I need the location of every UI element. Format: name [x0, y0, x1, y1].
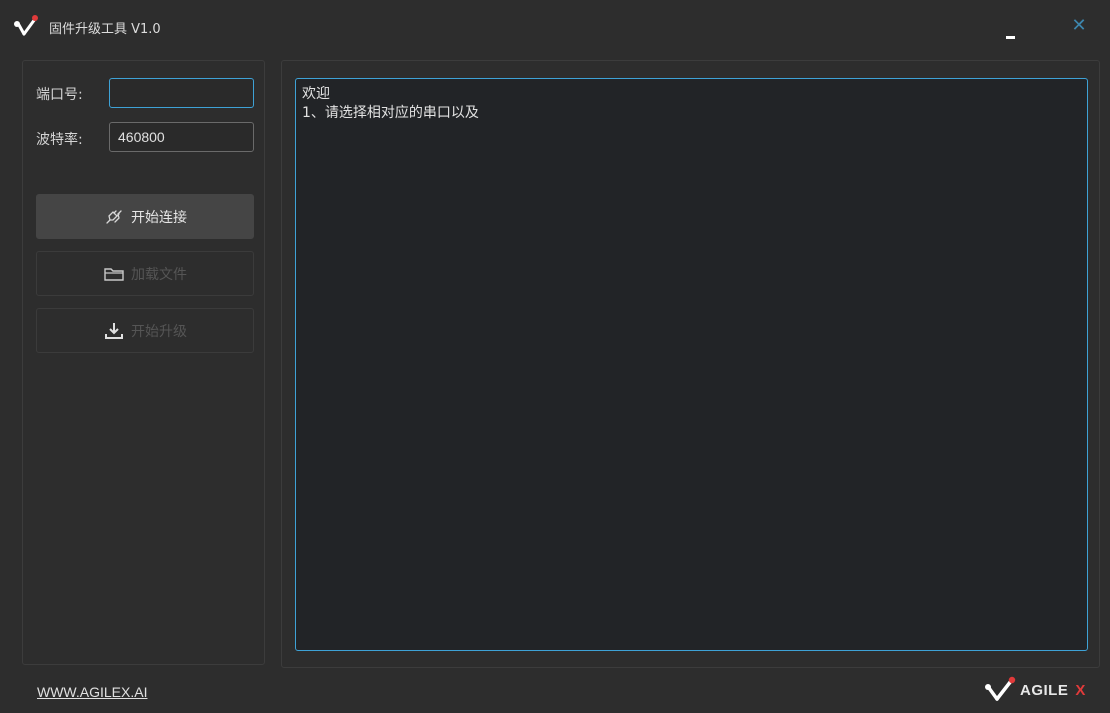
connect-button-label: 开始连接: [131, 209, 187, 226]
website-link[interactable]: WWW.AGILEX.AI: [37, 684, 147, 700]
minimize-icon: [1006, 36, 1015, 39]
baud-input[interactable]: [109, 122, 254, 152]
log-output[interactable]: 欢迎 1、请选择相对应的串口以及: [295, 78, 1088, 651]
app-logo-icon: [14, 15, 38, 36]
close-icon: ✕: [1071, 15, 1087, 36]
port-input[interactable]: [109, 78, 254, 108]
plug-icon: [106, 209, 122, 224]
load-file-button-label: 加载文件: [131, 266, 187, 283]
brand-x: X: [1075, 681, 1086, 699]
agilex-logo-icon: [985, 676, 1016, 701]
start-upgrade-button[interactable]: 开始升级: [36, 308, 254, 353]
brand-logo: AGILE X: [985, 672, 1086, 708]
load-file-button[interactable]: 加载文件: [36, 251, 254, 296]
title-bar: 固件升级工具 V1.0 ✕: [0, 0, 1110, 52]
minimize-button[interactable]: [1000, 14, 1026, 40]
log-line: 欢迎: [302, 86, 330, 102]
brand-name: AGILE: [1020, 681, 1069, 699]
baud-label: 波特率:: [36, 132, 83, 148]
log-panel: 欢迎 1、请选择相对应的串口以及: [281, 60, 1100, 668]
control-panel: 端口号: 波特率: 开始连接 加载文件: [22, 60, 265, 665]
connect-button[interactable]: 开始连接: [36, 194, 254, 239]
download-icon: [105, 322, 123, 339]
log-line: 1、请选择相对应的串口以及: [302, 105, 479, 121]
window-title: 固件升级工具 V1.0: [49, 22, 161, 37]
folder-icon: [104, 267, 124, 281]
app-window: 固件升级工具 V1.0 ✕ 端口号: 波特率: 开始连接: [0, 0, 1110, 713]
start-upgrade-button-label: 开始升级: [131, 323, 187, 340]
close-button[interactable]: ✕: [1066, 14, 1092, 40]
port-label: 端口号:: [36, 87, 83, 103]
